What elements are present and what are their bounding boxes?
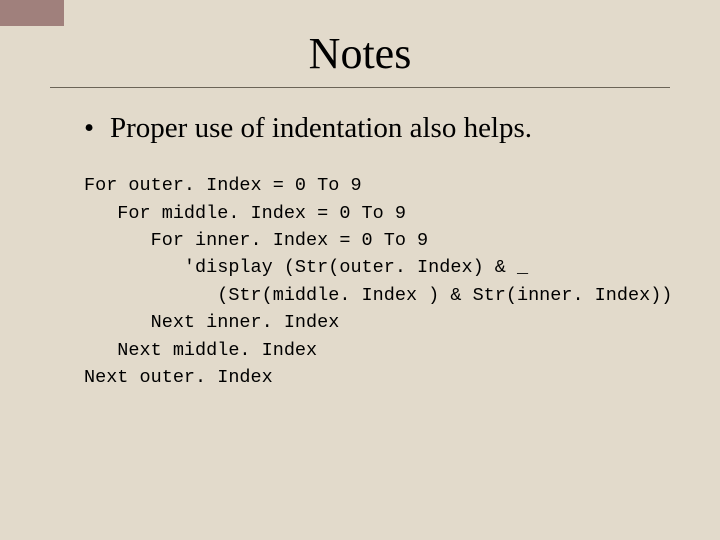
code-line: For middle. Index = 0 To 9: [84, 203, 406, 224]
code-line: (Str(middle. Index ) & Str(inner. Index)…: [84, 285, 672, 306]
slide-title: Notes: [40, 28, 680, 79]
slide: Notes Proper use of indentation also hel…: [0, 0, 720, 540]
bullet-item: Proper use of indentation also helps.: [84, 110, 680, 146]
code-line: For inner. Index = 0 To 9: [84, 230, 428, 251]
code-line: Next middle. Index: [84, 340, 317, 361]
code-block: For outer. Index = 0 To 9 For middle. In…: [84, 172, 680, 391]
bullet-list: Proper use of indentation also helps.: [84, 110, 680, 146]
logo-block: [0, 0, 64, 26]
code-line: Next outer. Index: [84, 367, 273, 388]
title-divider: [50, 87, 670, 88]
code-line: For outer. Index = 0 To 9: [84, 175, 362, 196]
code-line: Next inner. Index: [84, 312, 339, 333]
code-line: 'display (Str(outer. Index) & _: [84, 257, 528, 278]
